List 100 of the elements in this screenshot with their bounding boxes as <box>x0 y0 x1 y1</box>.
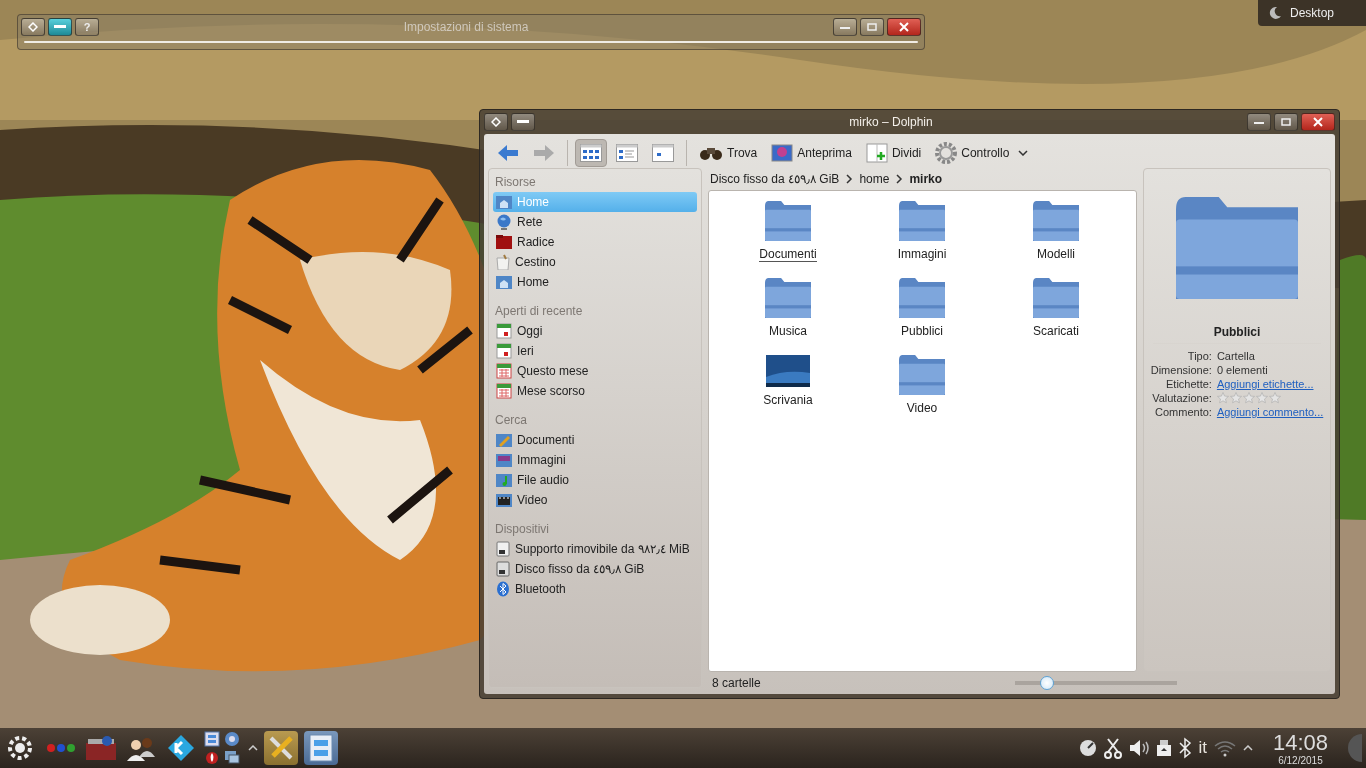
folder-picture-icon <box>496 453 512 467</box>
places-item[interactable]: Ieri <box>493 341 697 361</box>
toolbar-button[interactable]: Trova <box>694 139 763 167</box>
places-item[interactable]: Supporto rimovibile da ٩٨٢٫٤ MiB <box>493 539 697 559</box>
section-heading: Aperti di recente <box>494 303 584 320</box>
places-item[interactable]: Questo mese <box>493 361 697 381</box>
close-button[interactable] <box>887 18 921 36</box>
places-item[interactable]: Bluetooth <box>493 579 697 599</box>
clock-date: 6/12/2015 <box>1278 754 1323 766</box>
file-name[interactable]: Pubblici <box>901 324 943 339</box>
star-icon <box>1255 392 1268 404</box>
info-label: Etichette: <box>1165 378 1212 390</box>
flame-icon[interactable] <box>204 749 220 765</box>
desktop-button[interactable]: Desktop <box>1258 0 1366 26</box>
places-item[interactable]: Documenti <box>493 430 697 450</box>
view-mode-button[interactable] <box>575 139 607 167</box>
binoculars-icon <box>699 145 723 161</box>
caret-icon[interactable] <box>1018 150 1029 156</box>
file-name[interactable]: Modelli <box>1037 247 1075 262</box>
window-title: Impostazioni di sistema <box>402 20 530 34</box>
places-item[interactable]: Mese scorso <box>493 381 697 401</box>
view-mode-icon <box>652 144 674 162</box>
section-heading: Dispositivi <box>494 521 550 538</box>
diamond-icon <box>28 22 38 32</box>
users-icon <box>126 735 156 761</box>
desktop-folder-icon[interactable] <box>766 355 810 387</box>
file-cabinet-icon[interactable] <box>204 731 220 747</box>
folder-icon <box>765 201 811 241</box>
places-item[interactable]: Radice <box>493 232 697 252</box>
toolbox-icon <box>85 735 117 761</box>
window-menu-button[interactable] <box>21 18 45 36</box>
folder-pencil-icon <box>496 433 512 447</box>
file-name[interactable]: Musica <box>769 324 807 339</box>
places-item[interactable]: Immagini <box>493 450 697 470</box>
bluetooth-icon[interactable] <box>1178 737 1193 759</box>
window-menu-button[interactable] <box>484 113 508 131</box>
clock[interactable]: 14:08 6/12/2015 <box>1272 730 1328 766</box>
wifi-icon[interactable] <box>1212 739 1237 757</box>
folder-icon <box>1033 278 1079 318</box>
info-title: Pubblici <box>1153 325 1321 344</box>
diamond-icon <box>167 734 195 762</box>
bar-icon <box>517 119 529 125</box>
calendar-icon <box>496 323 512 339</box>
view-mode-icon <box>580 144 602 162</box>
usb-drive-icon[interactable] <box>1156 739 1173 757</box>
toolbar-button[interactable]: Controllo <box>930 139 1015 167</box>
maximize-button[interactable] <box>860 18 884 36</box>
places-item[interactable]: Disco fisso da ٤٥٩٫٨ GiB <box>493 559 697 579</box>
close-button[interactable] <box>1301 113 1335 131</box>
info-label: Commento: <box>1154 406 1212 418</box>
info-label: Tipo: <box>1186 350 1212 362</box>
info-link[interactable]: Aggiungi etichette... <box>1216 378 1324 390</box>
file-name[interactable]: Immagini <box>897 247 947 262</box>
places-item[interactable]: Rete <box>493 212 697 232</box>
places-item[interactable]: Home <box>493 272 697 292</box>
speaker-icon[interactable] <box>1128 738 1151 758</box>
breadcrumb-item[interactable]: Disco fisso da ٤٥٩٫٨ GiB <box>710 172 840 186</box>
moon-icon <box>1268 6 1282 20</box>
task-button[interactable] <box>264 731 298 765</box>
gauge-icon[interactable] <box>1078 738 1099 758</box>
info-label: Dimensione: <box>1150 364 1212 376</box>
minimize-button[interactable] <box>833 18 857 36</box>
toolbar-button[interactable]: Dividi <box>860 139 927 167</box>
globe-icon[interactable] <box>224 731 240 747</box>
task-button[interactable] <box>304 731 338 765</box>
breadcrumb-item[interactable]: mirko <box>909 172 943 186</box>
maximize-icon <box>1281 118 1291 126</box>
places-item[interactable]: Oggi <box>493 321 697 341</box>
keep-above-button[interactable] <box>48 18 72 36</box>
folder-icon <box>1033 201 1079 241</box>
places-item[interactable]: Video <box>493 490 697 510</box>
scissors-icon[interactable] <box>1104 737 1123 759</box>
chevron-icon <box>895 174 904 184</box>
places-item[interactable]: File audio <box>493 470 697 490</box>
tools-icon <box>267 734 295 762</box>
folder-preview-icon <box>1176 197 1298 299</box>
home-folder-icon <box>496 195 512 209</box>
image-icon <box>771 144 794 162</box>
slider-thumb[interactable] <box>1040 676 1055 690</box>
calendar-icon <box>496 343 512 359</box>
file-name[interactable]: Documenti <box>759 247 817 262</box>
chevron-icon <box>845 174 854 184</box>
keyboard-layout[interactable]: it <box>1198 738 1207 758</box>
file-name[interactable]: Scrivania <box>763 393 813 408</box>
maximize-button[interactable] <box>1274 113 1298 131</box>
maximize-icon <box>867 23 877 31</box>
screens-icon[interactable] <box>224 749 240 765</box>
breadcrumb-item[interactable]: home <box>859 172 890 186</box>
bluetooth-icon <box>496 581 510 597</box>
dots-icon <box>46 743 76 753</box>
toolbar-button[interactable]: Anteprima <box>766 139 857 167</box>
drive-icon <box>496 561 510 577</box>
file-name[interactable]: Video <box>906 401 938 416</box>
folder-icon <box>765 278 811 318</box>
info-link[interactable]: Aggiungi commento... <box>1216 406 1324 418</box>
file-name[interactable]: Scaricati <box>1033 324 1079 339</box>
places-item[interactable]: Cestino <box>493 252 697 272</box>
shade-button[interactable] <box>511 113 535 131</box>
drive-icon <box>496 541 510 557</box>
minimize-button[interactable] <box>1247 113 1271 131</box>
